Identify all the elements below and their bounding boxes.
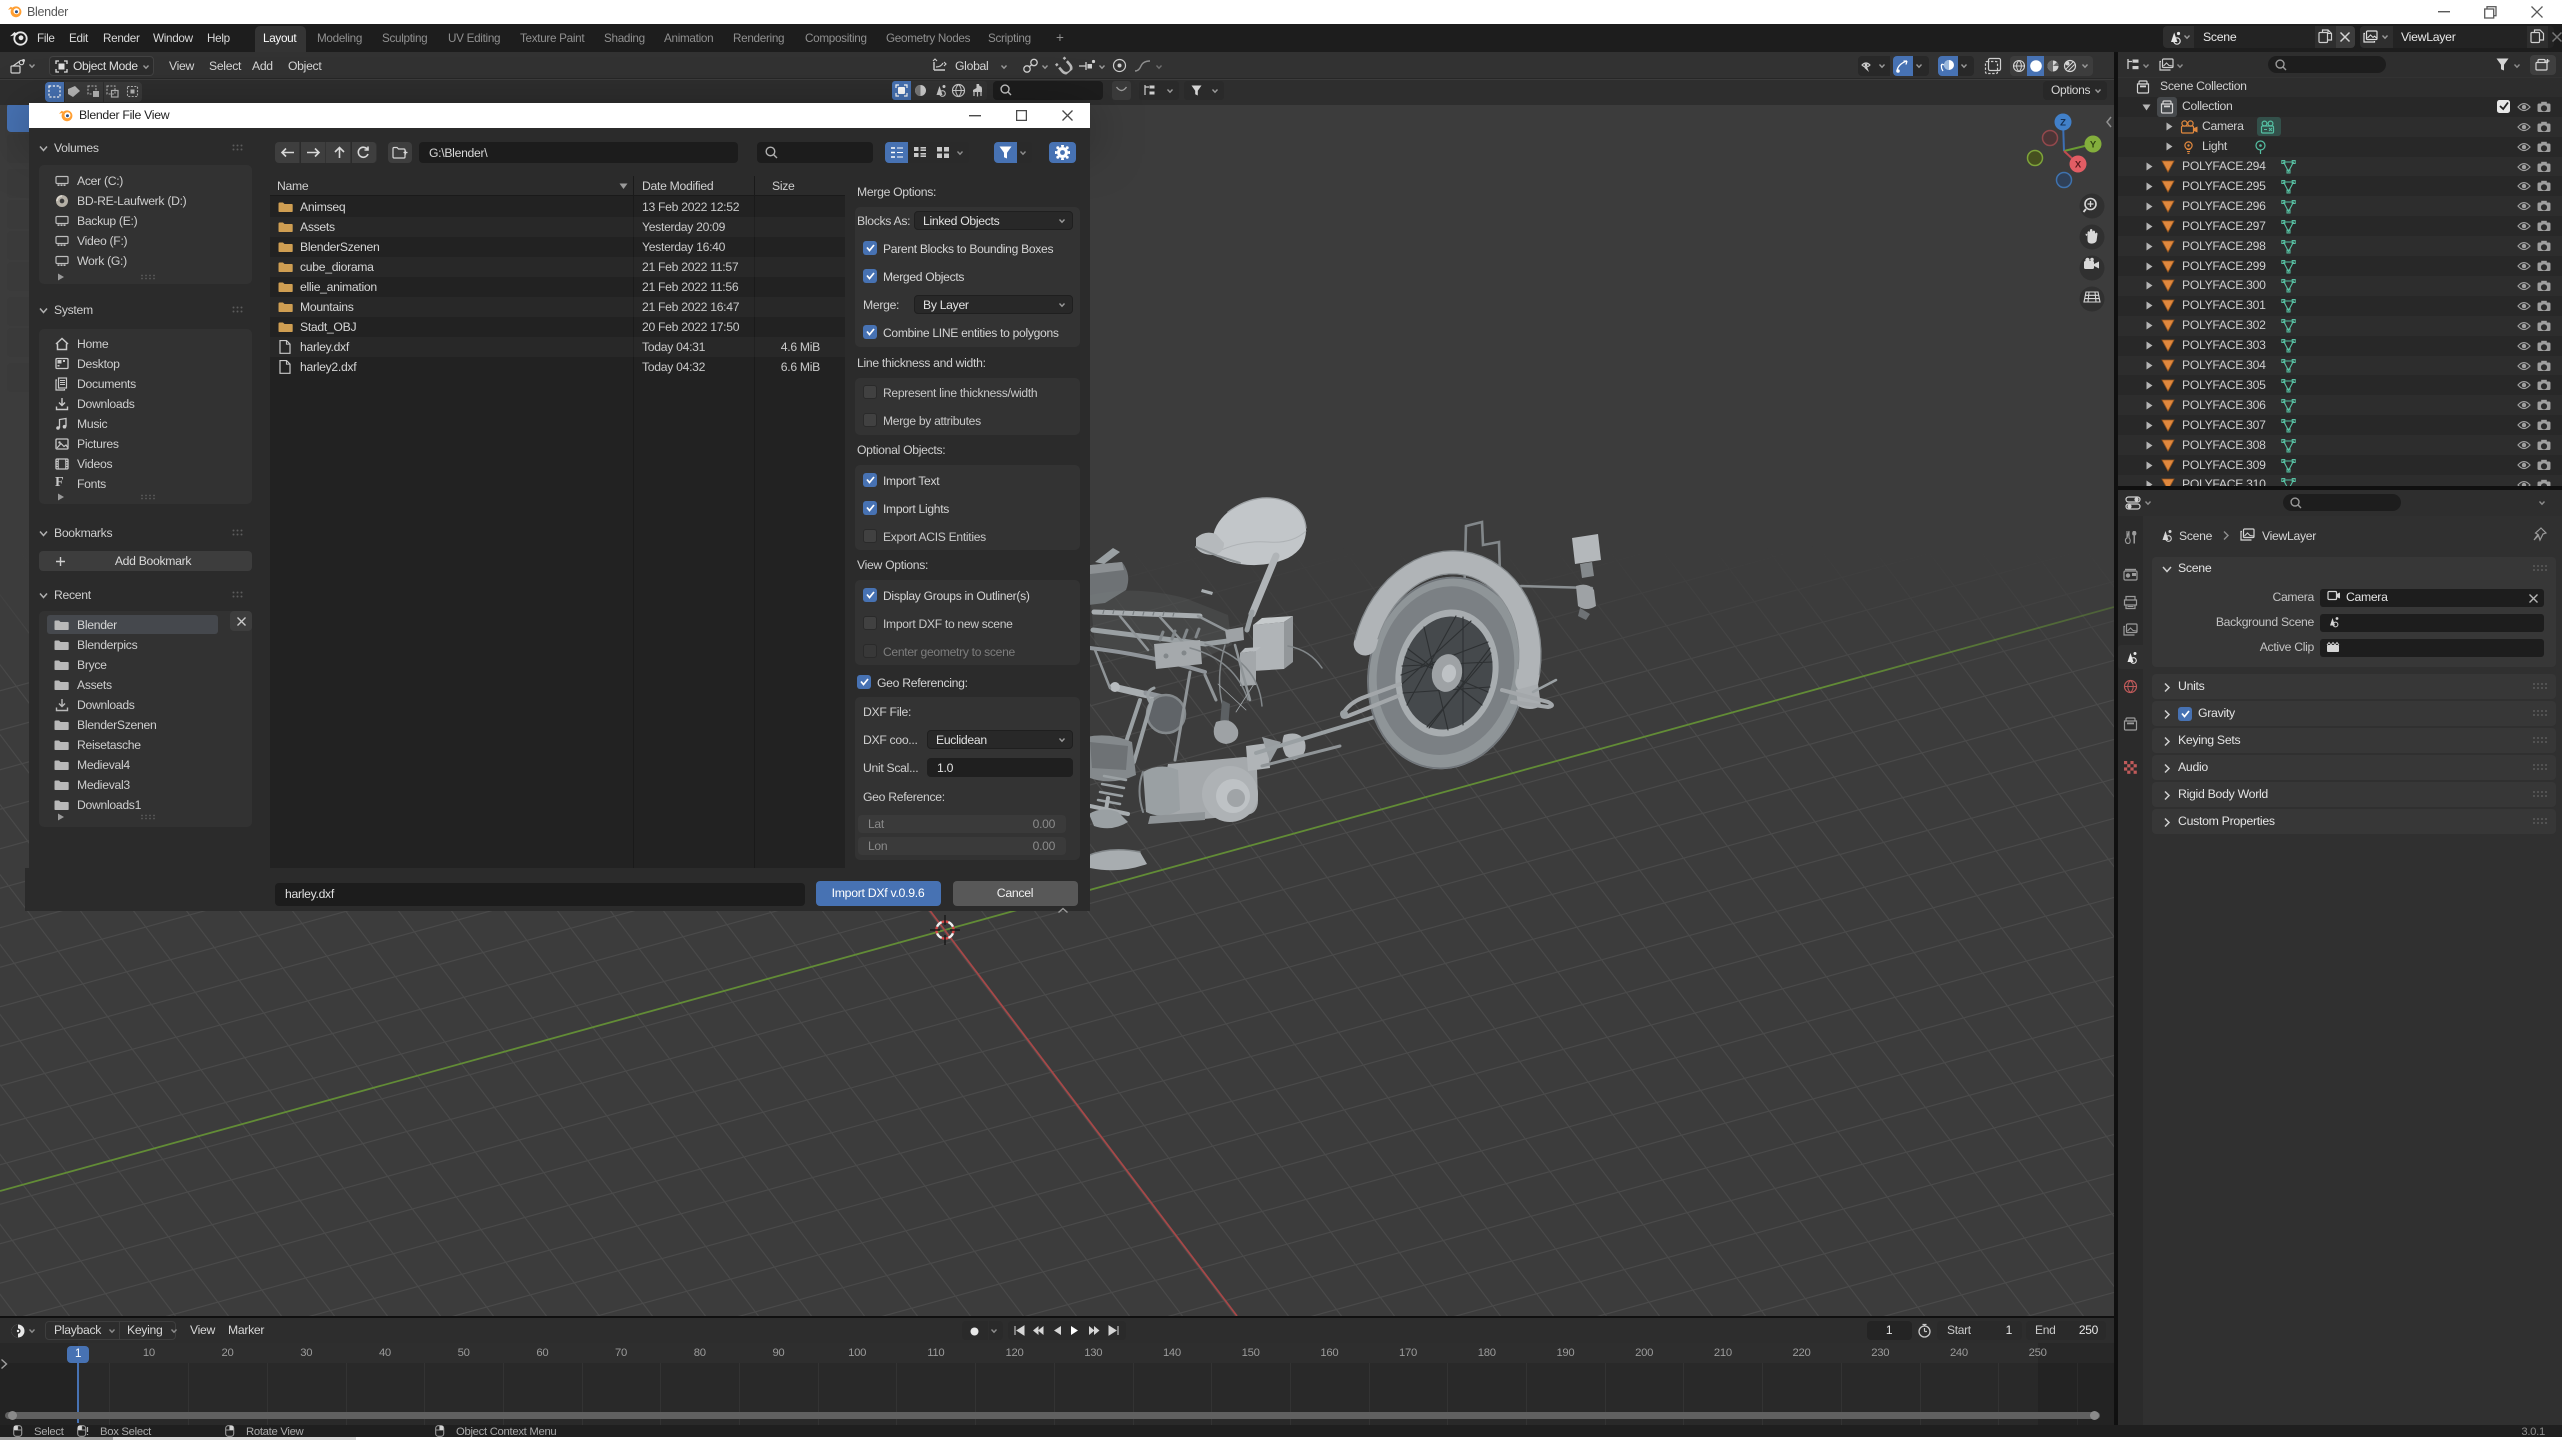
svg-text:Z: Z	[2060, 118, 2066, 129]
svg-text:Y: Y	[2090, 140, 2097, 151]
svg-text:X: X	[2075, 160, 2082, 171]
